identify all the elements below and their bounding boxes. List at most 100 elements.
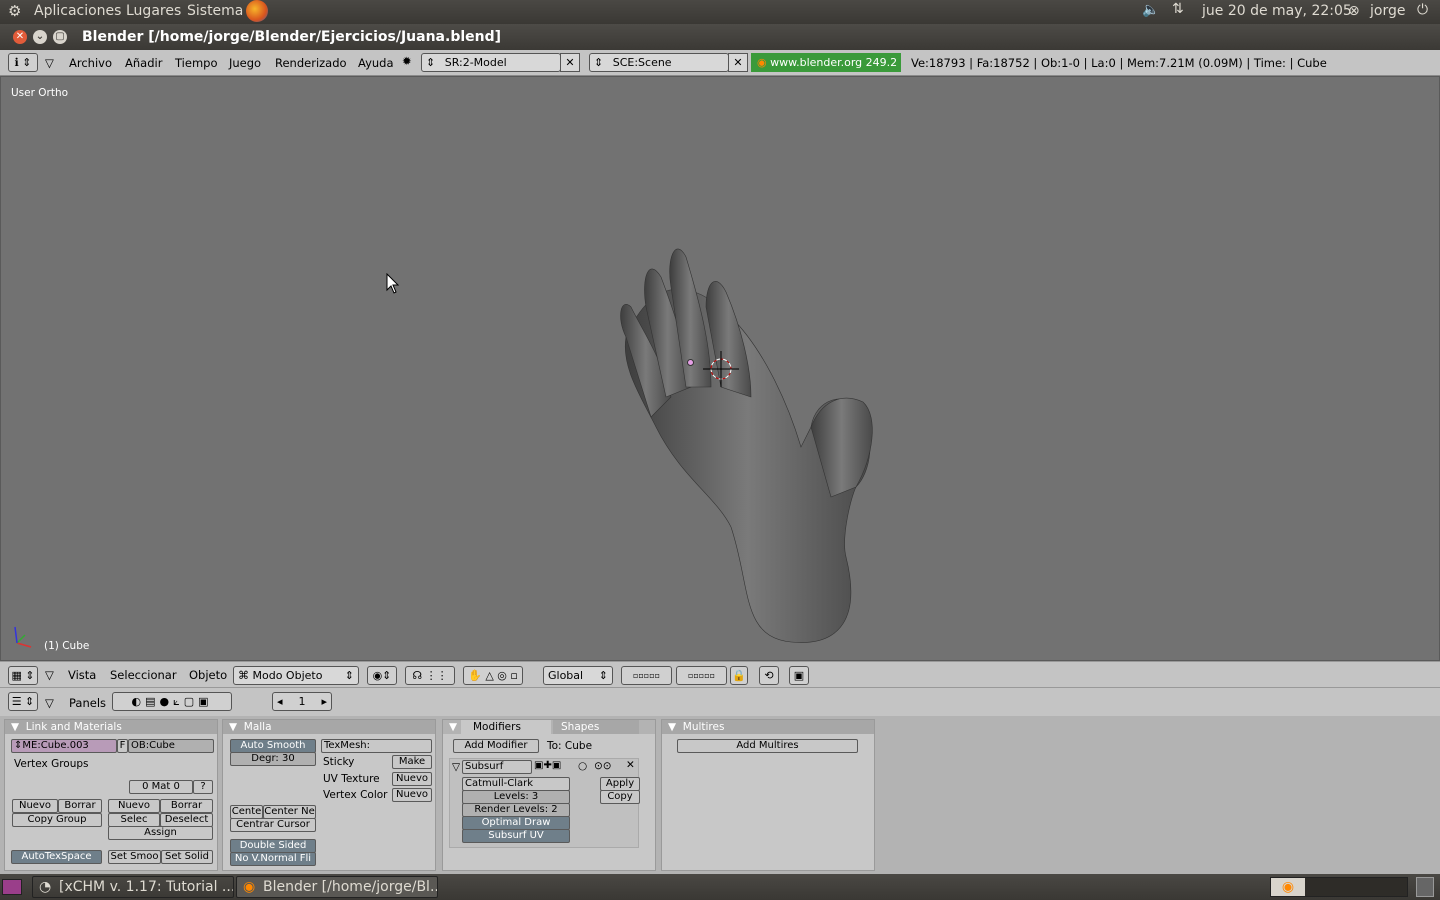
window-type-icon[interactable]: ▦ ⇕ xyxy=(8,666,38,685)
task-blender[interactable]: ◉ Blender [/home/jorge/Bl... xyxy=(236,876,438,898)
menu-seleccionar[interactable]: Seleccionar xyxy=(110,668,177,682)
frame-field[interactable]: ◂ 1 ▸ xyxy=(272,692,332,711)
ubuntu-logo-icon[interactable]: ⚙ xyxy=(8,2,21,20)
maximize-icon[interactable]: ▢ xyxy=(53,30,67,44)
trash-icon[interactable] xyxy=(1416,877,1434,897)
layers-grid-b[interactable]: ▫▫▫▫▫ xyxy=(676,666,727,685)
screen-selector[interactable]: ⇕ SR:2-Model xyxy=(421,53,561,72)
center-new-button[interactable]: Center Ne xyxy=(263,805,316,819)
sticky-make-button[interactable]: Make xyxy=(392,755,432,769)
volume-icon[interactable]: 🔈 xyxy=(1142,2,1159,18)
menu-anadir[interactable]: Añadir xyxy=(125,56,162,70)
modifier-toggles-icon[interactable]: ▣✚▣ xyxy=(534,760,561,771)
window-titlebar[interactable]: ✕ ⌄ ▢ Blender [/home/jorge/Blender/Ejerc… xyxy=(0,24,1440,50)
user-name[interactable]: jorge xyxy=(1370,3,1405,19)
manipulator-hand-icon[interactable]: ✋ △ ◎ ▫ xyxy=(463,666,523,685)
material-select-button[interactable]: Selec xyxy=(108,813,160,827)
menu-objeto[interactable]: Objeto xyxy=(189,668,227,682)
auto-smooth-toggle[interactable]: Auto Smooth xyxy=(230,739,316,753)
version-link[interactable]: ◉ www.blender.org 249.2 xyxy=(751,53,901,72)
menu-places[interactable]: Lugares xyxy=(126,3,181,19)
object-origin-icon[interactable] xyxy=(687,359,694,366)
cage-icon[interactable]: ○ xyxy=(578,760,587,772)
panel-title[interactable]: ▼ Malla xyxy=(223,720,435,734)
expand-icon[interactable]: ▽ xyxy=(452,761,460,773)
collapse-icon[interactable]: ▽ xyxy=(45,696,54,710)
fake-user-button[interactable]: F xyxy=(117,739,128,753)
vgroup-new-button[interactable]: Nuevo xyxy=(12,799,58,813)
window-type-icon[interactable]: ℹ ⇕ xyxy=(8,53,38,72)
tab-modifiers[interactable]: Modifiers xyxy=(461,720,551,734)
material-assign-button[interactable]: Assign xyxy=(108,826,213,840)
autotexspace-toggle[interactable]: AutoTexSpace xyxy=(11,850,102,864)
delete-screen-button[interactable]: ✕ xyxy=(560,53,580,72)
panels-label[interactable]: Panels xyxy=(69,696,106,710)
minimize-icon[interactable]: ⌄ xyxy=(33,30,47,44)
add-multires-button[interactable]: Add Multires xyxy=(677,739,858,753)
subsurf-uv-toggle[interactable]: Subsurf UV xyxy=(462,829,570,843)
menu-system[interactable]: Sistema xyxy=(187,3,243,19)
scene-selector[interactable]: ⇕ SCE:Scene xyxy=(589,53,729,72)
mode-selector[interactable]: ⌘ Modo Objeto ⇕ xyxy=(233,666,359,685)
render-levels-field[interactable]: Render Levels: 2 xyxy=(462,803,570,817)
move-updown-icon[interactable]: ⊙⊙ xyxy=(594,760,612,772)
tab-shapes[interactable]: Shapes xyxy=(553,720,639,734)
delete-scene-button[interactable]: ✕ xyxy=(728,53,748,72)
collapse-icon[interactable]: ▽ xyxy=(45,56,54,70)
layers-grid-a[interactable]: ▫▫▫▫▫ xyxy=(621,666,672,685)
material-delete-button[interactable]: Borrar xyxy=(160,799,213,813)
3d-cursor-icon[interactable] xyxy=(701,349,741,389)
firefox-icon[interactable] xyxy=(246,0,268,22)
menu-applications[interactable]: Aplicaciones xyxy=(34,3,121,19)
collapse-icon[interactable]: ▽ xyxy=(45,668,54,682)
window-type-icon[interactable]: ☰ ⇕ xyxy=(8,692,38,711)
panel-title[interactable]: ▼ Multires xyxy=(662,720,874,734)
double-sided-toggle[interactable]: Double Sided xyxy=(230,839,316,853)
close-icon[interactable]: ✕ xyxy=(13,30,27,44)
pivot-icon[interactable]: ☊ ⋮⋮ xyxy=(405,666,455,685)
delete-modifier-icon[interactable]: ✕ xyxy=(626,759,635,771)
texmesh-field[interactable]: TexMesh: xyxy=(321,739,432,753)
render-icon[interactable]: ✹ xyxy=(402,54,412,68)
material-index-field[interactable]: 0 Mat 0 xyxy=(129,780,193,794)
optimal-draw-toggle[interactable]: Optimal Draw xyxy=(462,816,570,830)
material-new-button[interactable]: Nuevo xyxy=(108,799,160,813)
object-name-field[interactable]: OB:Cube xyxy=(128,739,214,753)
context-buttons[interactable]: ◐▤●⟀▢▣ xyxy=(112,692,232,711)
3d-viewport[interactable]: User Ortho (1) Cube xyxy=(0,76,1440,661)
clock[interactable]: jue 20 de may, 22:05 xyxy=(1202,3,1352,19)
material-help-button[interactable]: ? xyxy=(193,780,213,794)
render-preview-icon[interactable]: ⟲ xyxy=(759,666,779,685)
subdivision-type-select[interactable]: Catmull-Clark xyxy=(462,777,570,791)
draw-type-icon[interactable]: ◉⇕ xyxy=(367,666,397,685)
render-image-icon[interactable]: ▣ xyxy=(789,666,809,685)
uv-new-button[interactable]: Nuevo xyxy=(392,772,432,786)
menu-juego[interactable]: Juego xyxy=(229,56,261,70)
mesh-datablock-field[interactable]: ⇕ME:Cube.003 xyxy=(11,739,117,753)
degree-field[interactable]: Degr: 30 xyxy=(230,752,316,766)
no-vnormal-flip-toggle[interactable]: No V.Normal Fli xyxy=(230,852,316,866)
panel-title[interactable]: ▼ Link and Materials xyxy=(5,720,217,734)
apply-modifier-button[interactable]: Apply xyxy=(600,777,640,791)
menu-vista[interactable]: Vista xyxy=(68,668,96,682)
center-cursor-button[interactable]: Centrar Cursor xyxy=(230,818,316,832)
center-button[interactable]: Cente xyxy=(230,805,263,819)
workspace-switcher[interactable]: ◉ xyxy=(1270,877,1408,897)
levels-field[interactable]: Levels: 3 xyxy=(462,790,570,804)
vcol-new-button[interactable]: Nuevo xyxy=(392,788,432,802)
modifier-name-field[interactable]: Subsurf xyxy=(462,760,532,774)
set-solid-button[interactable]: Set Solid xyxy=(161,850,213,864)
copy-modifier-button[interactable]: Copy xyxy=(600,790,640,804)
add-modifier-button[interactable]: Add Modifier xyxy=(453,739,539,753)
task-xchm[interactable]: ◔ [xCHM v. 1.17: Tutorial ... xyxy=(32,876,234,898)
menu-renderizado[interactable]: Renderizado xyxy=(275,56,347,70)
power-icon[interactable]: ⏻ xyxy=(1417,2,1428,18)
hand-mesh[interactable] xyxy=(601,197,891,647)
copy-group-button[interactable]: Copy Group xyxy=(12,813,102,827)
lock-icon[interactable]: 🔒 xyxy=(730,666,748,685)
network-icon[interactable]: ⇅ xyxy=(1172,1,1184,17)
material-deselect-button[interactable]: Deselect xyxy=(160,813,213,827)
set-smooth-button[interactable]: Set Smoo xyxy=(108,850,161,864)
collapse-icon[interactable]: ▼ xyxy=(449,720,457,734)
vgroup-delete-button[interactable]: Borrar xyxy=(58,799,102,813)
